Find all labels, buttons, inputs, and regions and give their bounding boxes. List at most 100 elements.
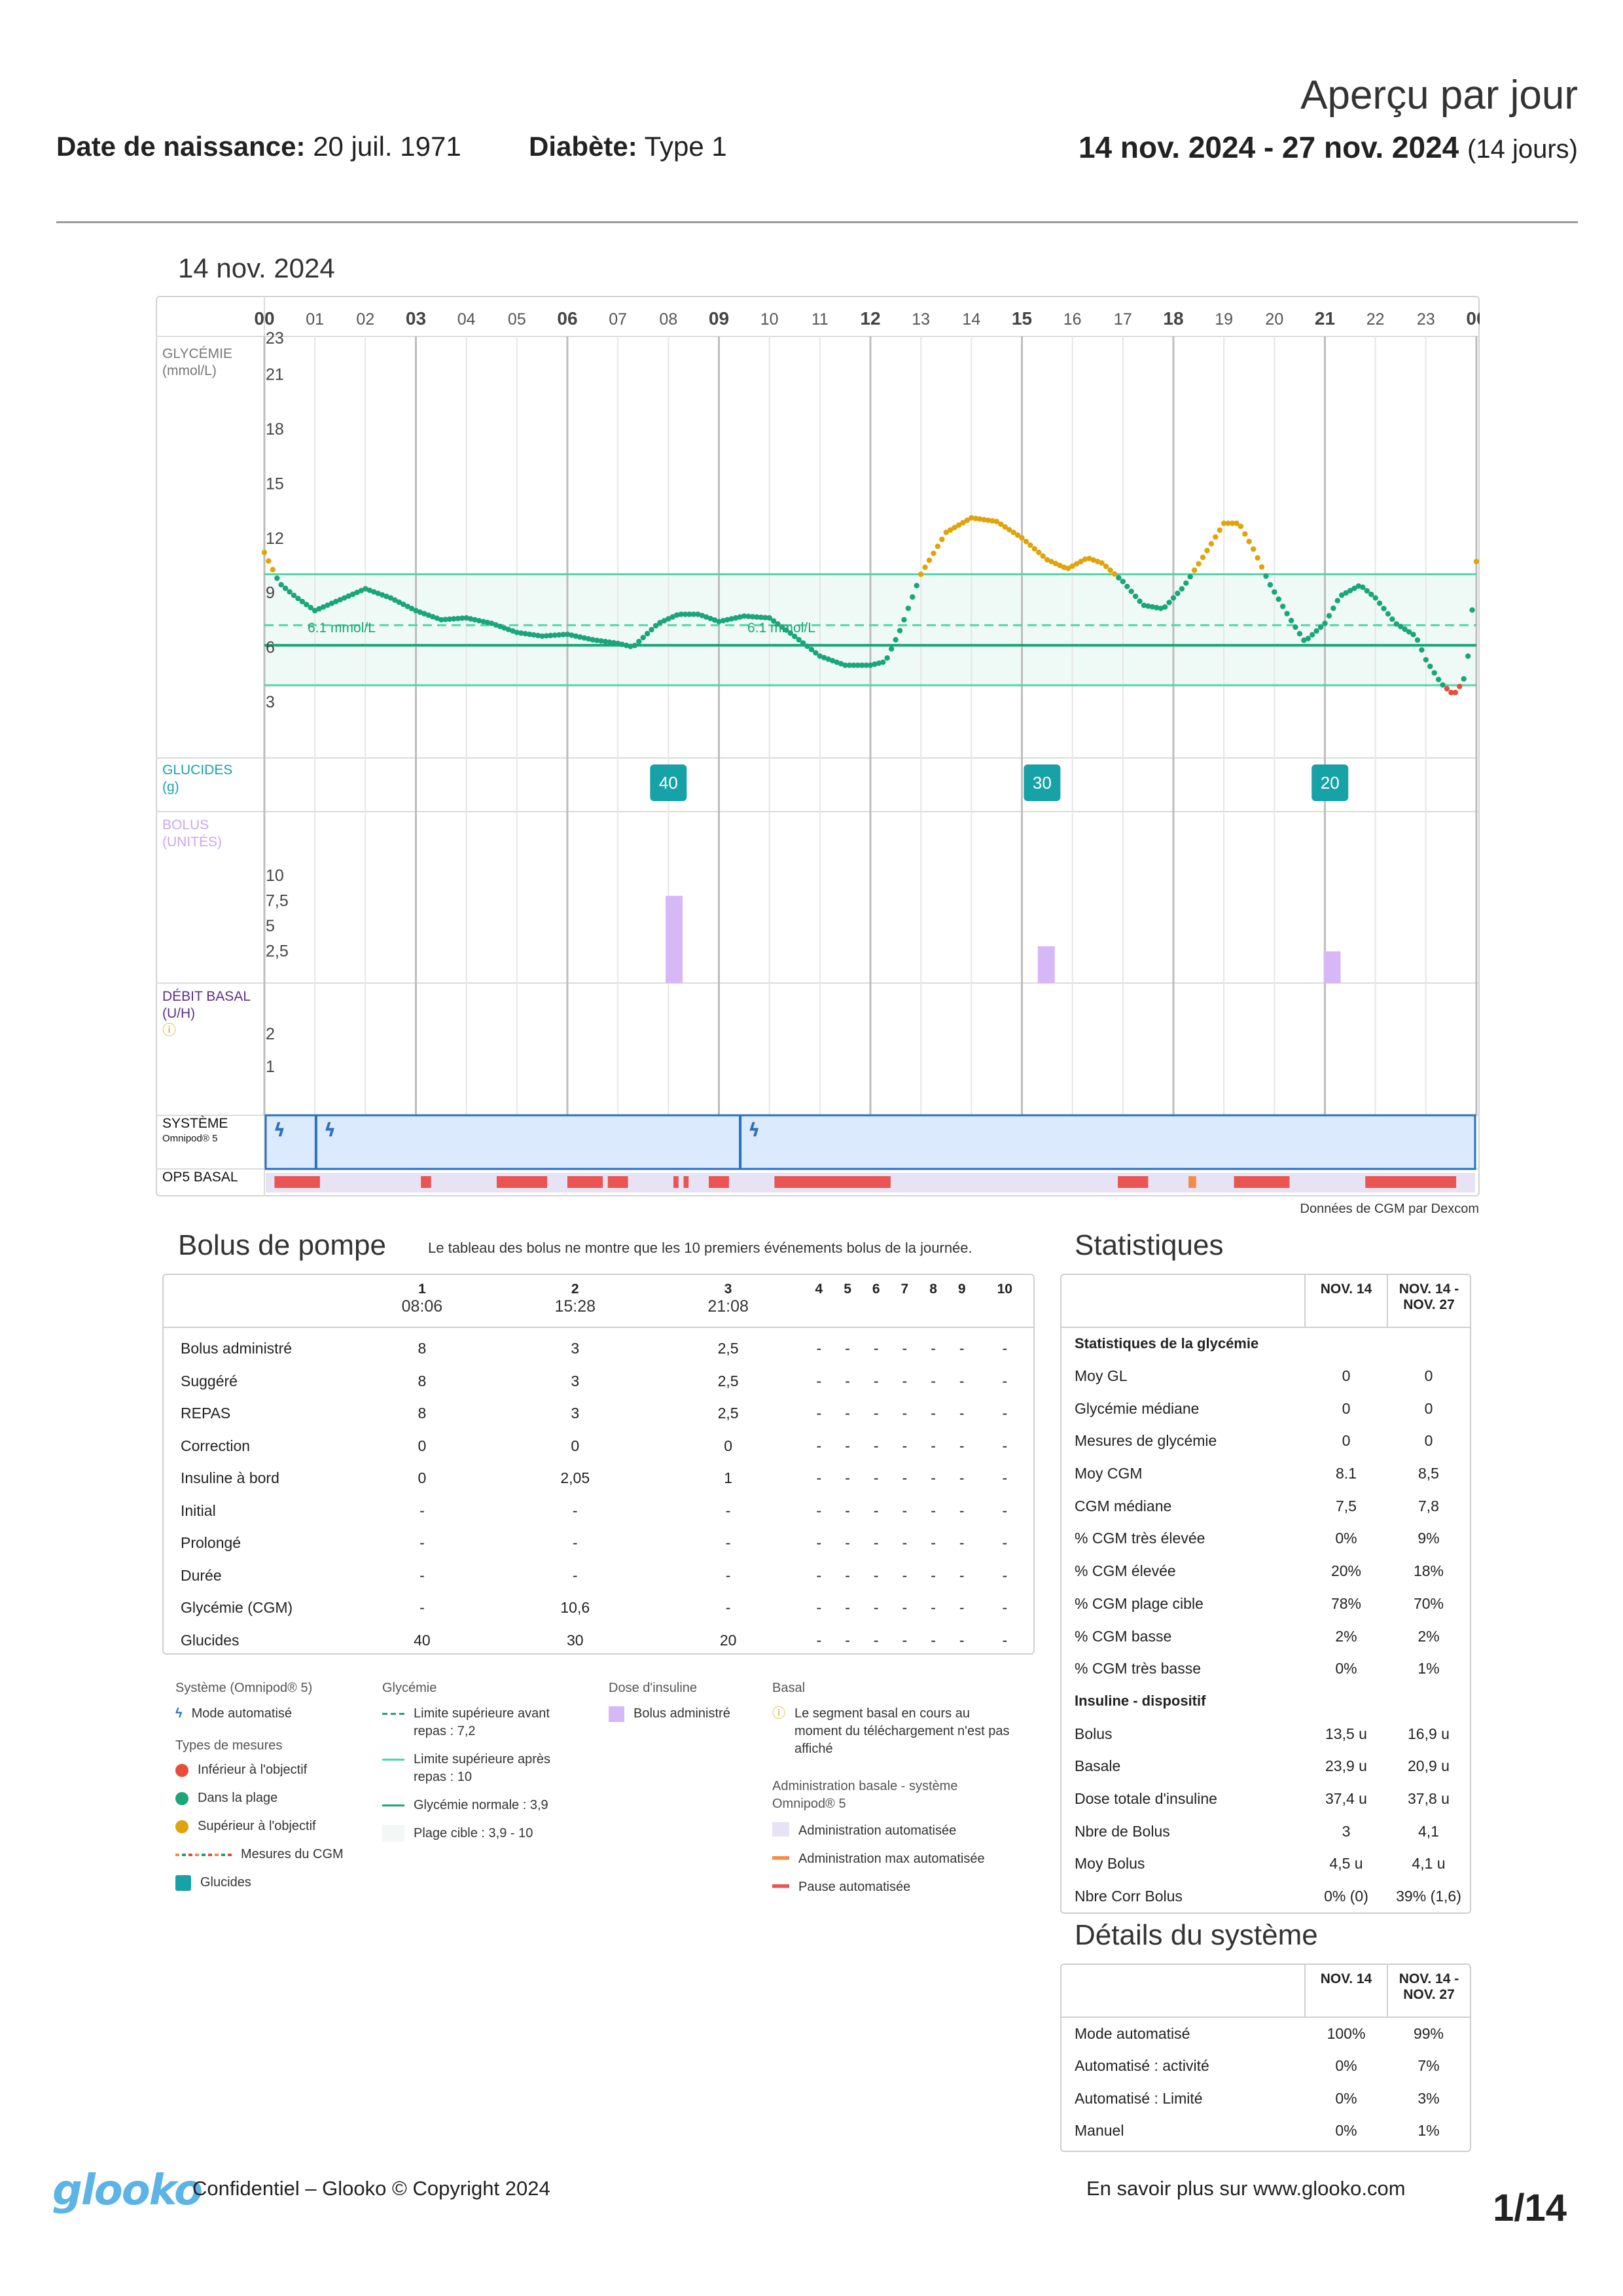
cgm-point xyxy=(1187,573,1193,580)
table-cell: - xyxy=(816,1631,822,1649)
cgm-point xyxy=(1360,584,1366,590)
pause-segment xyxy=(774,1176,891,1188)
table-cell: - xyxy=(959,1405,965,1422)
basal-tick: 1 xyxy=(266,1058,275,1076)
hour-tick: 02 xyxy=(356,310,374,329)
more-link[interactable]: En savoir plus sur www.glooko.com xyxy=(1086,2177,1406,2200)
legend-auto-admin: Administration automatisée xyxy=(798,1823,957,1838)
table-cell: - xyxy=(902,1566,908,1584)
table-row: Automatisé : activité 0% 7% xyxy=(1061,2050,1470,2083)
table-cell: - xyxy=(873,1372,879,1390)
table-cell: - xyxy=(959,1501,965,1519)
table-cell: 3 xyxy=(571,1372,580,1390)
pause-segment xyxy=(421,1176,431,1188)
table-cell: 0 xyxy=(571,1437,580,1454)
table-cell: - xyxy=(959,1340,965,1357)
table-row: Mesures de glycémie 0 0 xyxy=(1061,1425,1470,1458)
hour-tick: 11 xyxy=(812,310,829,329)
target-label: 6.1 mmol/L xyxy=(308,620,376,636)
cgm-point xyxy=(1175,590,1181,596)
table-cell: - xyxy=(572,1534,578,1552)
system-header-blank xyxy=(1061,1965,1305,2017)
table-cell: 1 xyxy=(724,1469,732,1487)
row-label: Manuel xyxy=(1075,2122,1124,2140)
cgm-point xyxy=(1111,571,1118,577)
table-cell: - xyxy=(931,1372,936,1390)
legend-basal-note: Le segment basal en cours au moment du t… xyxy=(794,1706,1010,1756)
pause-segment xyxy=(607,1176,628,1188)
row-label: Glucides xyxy=(181,1631,240,1649)
date-range-value: 14 nov. 2024 - 27 nov. 2024 xyxy=(1078,130,1459,164)
table-row: Glycémie (CGM) - 10,6 - - - - - - - - xyxy=(164,1592,1033,1624)
row-label: Glycémie médiane xyxy=(1075,1399,1200,1417)
table-cell: - xyxy=(959,1566,965,1584)
cgm-point xyxy=(926,557,933,564)
pause-segment xyxy=(1234,1176,1290,1188)
table-cell: - xyxy=(845,1437,850,1454)
day-title: 14 nov. 2024 xyxy=(178,253,335,283)
table-cell: - xyxy=(902,1340,908,1357)
table-cell: - xyxy=(959,1631,965,1649)
lightning-icon: ϟ xyxy=(175,1706,183,1721)
hour-tick: 01 xyxy=(306,310,324,329)
table-row: Bolus administré 8 3 2,5 - - - - - - - xyxy=(164,1333,1033,1365)
upper-post-icon xyxy=(382,1759,404,1761)
value-cell: 0 xyxy=(1342,1432,1351,1450)
pause-segment xyxy=(567,1176,603,1188)
value-cell: 37,4 u xyxy=(1325,1789,1367,1807)
cgm-point xyxy=(1246,539,1252,545)
header-divider xyxy=(56,221,1578,223)
bolus-tick: 10 xyxy=(266,867,284,885)
table-cell: - xyxy=(931,1469,936,1487)
table-cell: - xyxy=(1002,1340,1008,1357)
cgm-point xyxy=(880,659,886,665)
op5-basal-label: OP5 BASAL xyxy=(162,1170,238,1185)
value-cell: 4,1 u xyxy=(1412,1855,1446,1873)
table-row: Glycémie médiane 0 0 xyxy=(1061,1392,1470,1425)
basal-row-label: DÉBIT BASAL (U/H) ⓘ xyxy=(162,988,251,1039)
table-cell: - xyxy=(931,1340,936,1357)
cgm-point xyxy=(1334,598,1340,603)
cgm-point xyxy=(1272,589,1277,595)
table-cell: - xyxy=(816,1340,822,1357)
cgm-point xyxy=(935,543,941,549)
bolus-col-num: 10 xyxy=(997,1282,1012,1297)
value-cell: 0% (0) xyxy=(1324,1888,1368,1905)
cgm-point xyxy=(1444,686,1450,692)
carbs-row-label: GLUCIDES (g) xyxy=(162,762,232,796)
row-label: Glycémie (CGM) xyxy=(181,1599,293,1617)
cgm-point xyxy=(1196,561,1202,567)
cgm-point xyxy=(1435,676,1442,683)
table-cell: - xyxy=(1002,1631,1008,1649)
table-row: Initial - - - - - - - - - - xyxy=(164,1495,1033,1528)
cgm-point xyxy=(918,571,924,577)
pause-segment xyxy=(274,1176,320,1188)
value-cell: 0 xyxy=(1424,1432,1433,1450)
value-cell: 7% xyxy=(1418,2057,1440,2075)
table-cell: - xyxy=(959,1372,965,1390)
hour-tick: 06 xyxy=(557,308,577,329)
table-cell: - xyxy=(816,1566,822,1584)
bolus-unit: (UNITÉS) xyxy=(162,834,222,850)
cgm-point xyxy=(1385,611,1391,617)
value-cell: 2% xyxy=(1335,1627,1357,1645)
table-cell: - xyxy=(873,1340,879,1357)
value-cell xyxy=(1387,1685,1470,1718)
table-row: CGM médiane 7,5 7,8 xyxy=(1061,1490,1470,1522)
legend-target: Plage cible : 3,9 - 10 xyxy=(414,1826,533,1840)
y-tick: 15 xyxy=(266,475,284,493)
cgm-point xyxy=(1457,683,1463,690)
hour-tick: 08 xyxy=(659,310,677,329)
table-cell: - xyxy=(1002,1405,1008,1422)
bolus-col-1: 1 08:06 xyxy=(346,1275,499,1327)
cgm-point xyxy=(1473,558,1480,565)
table-cell: - xyxy=(902,1405,908,1422)
cgm-point xyxy=(1208,541,1215,547)
table-cell: - xyxy=(931,1566,936,1584)
cgm-point xyxy=(893,637,899,643)
system-band xyxy=(264,1114,1476,1170)
cgm-point xyxy=(278,582,284,588)
stats-col1: NOV. 14 xyxy=(1304,1275,1387,1327)
basal-label: DÉBIT BASAL xyxy=(162,989,251,1004)
legend-normal: Glycémie normale : 3,9 xyxy=(414,1798,548,1812)
